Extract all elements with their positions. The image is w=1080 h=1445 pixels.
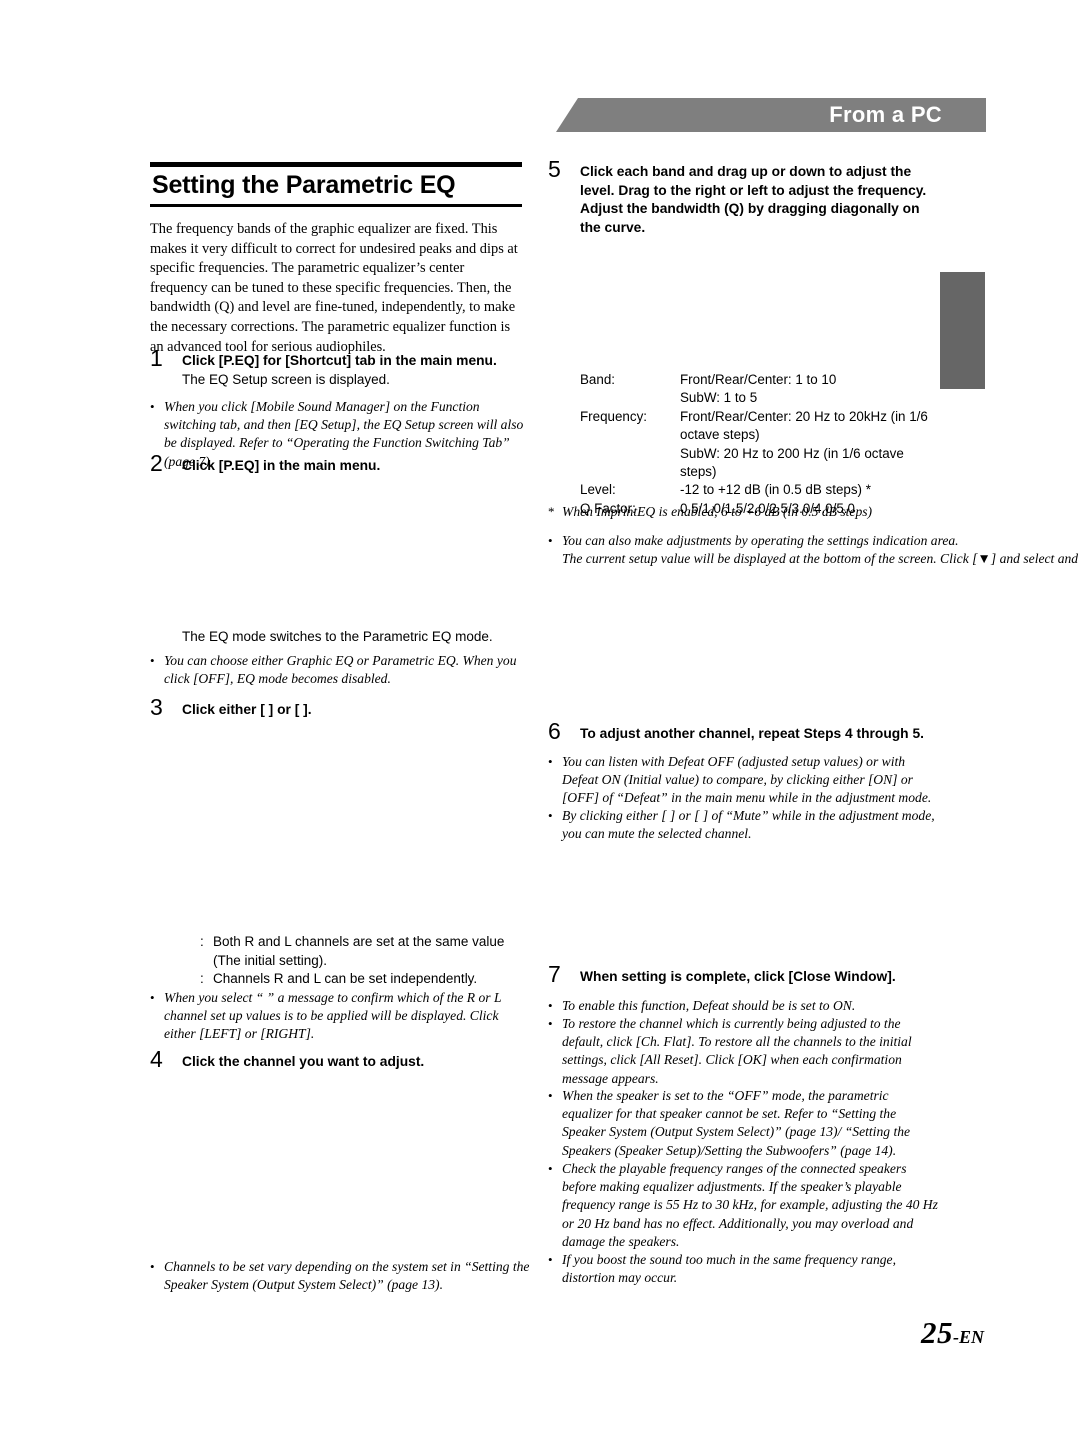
- page-title: Setting the Parametric EQ: [152, 171, 456, 199]
- bullet-icon: •: [548, 1161, 553, 1176]
- step-7: 7 When setting is complete, click [Close…: [548, 963, 940, 987]
- spec-table: Band: Front/Rear/Center: 1 to 10 SubW: 1…: [580, 371, 938, 518]
- note-confirm-rl-channel: • When you select “ ” a message to confi…: [150, 989, 530, 1044]
- note-seg-b: ] and select and click a setup value. Yo…: [990, 551, 1080, 567]
- bullet-icon: •: [150, 399, 155, 414]
- chapter-edge-tab: [940, 272, 985, 389]
- step-6-heading: To adjust another channel, repeat Steps …: [580, 726, 924, 741]
- step-1-heading: Click [P.EQ] for [Shortcut] tab in the m…: [182, 353, 497, 368]
- page-number: 25-EN: [921, 1317, 984, 1353]
- note-text: To restore the channel which is currentl…: [562, 1016, 912, 1086]
- bullet-icon: •: [548, 1088, 553, 1103]
- step-2-number: 2: [150, 450, 163, 476]
- title-rule-bottom: [150, 204, 522, 207]
- channel-option-list: : Both R and L channels are set at the s…: [200, 933, 530, 989]
- channel-option-1: : Both R and L channels are set at the s…: [200, 933, 530, 970]
- note-channels-vary: • Channels to be set vary depending on t…: [150, 1258, 530, 1294]
- folio-number: 25: [921, 1315, 953, 1350]
- spec-key: Band:: [580, 372, 615, 387]
- note-speaker-off-mode: • When the speaker is set to the “OFF” m…: [548, 1087, 940, 1160]
- folio-suffix: -EN: [953, 1327, 984, 1347]
- bullet-icon: •: [150, 1259, 155, 1274]
- spec-value-line-1: Front/Rear/Center: 20 Hz to 20kHz (in 1/…: [680, 408, 928, 443]
- step-1: 1 Click [P.EQ] for [Shortcut] tab in the…: [150, 347, 530, 389]
- step-4: 4 Click the channel you want to adjust.: [150, 1048, 530, 1072]
- note-text: Channels to be set vary depending on the…: [164, 1259, 530, 1293]
- step-3: 3 Click either [ ] or [ ].: [150, 696, 530, 720]
- step-5-number: 5: [548, 156, 561, 182]
- note-text: You can choose either Graphic EQ or Para…: [164, 653, 517, 687]
- step-3-heading: Click either [ ] or [ ].: [182, 702, 312, 717]
- bullet-icon: •: [548, 998, 553, 1013]
- footnote-imprinteq: * When ImprintEQ is enabled, 6 to +6 dB …: [548, 503, 940, 521]
- note-text: When the speaker is set to the “OFF” mod…: [562, 1088, 911, 1158]
- step-5-heading: Click each band and drag up or down to a…: [580, 164, 927, 235]
- note-line-1: You can also make adjustments by operati…: [562, 533, 959, 548]
- triangle-down-icon: ▼: [977, 551, 991, 567]
- bullet-icon: •: [150, 653, 155, 668]
- running-header-banner: From a PC: [556, 98, 986, 132]
- note-settings-indication-area: • You can also make adjustments by opera…: [548, 532, 1080, 568]
- note-enable-defeat: • To enable this function, Defeat should…: [548, 997, 940, 1015]
- step-5: 5 Click each band and drag up or down to…: [548, 158, 938, 237]
- running-header-title: From a PC: [829, 102, 942, 127]
- intro-paragraph: The frequency bands of the graphic equal…: [150, 221, 518, 355]
- note-restore-defaults: • To restore the channel which is curren…: [548, 1015, 940, 1088]
- asterisk-icon: *: [548, 504, 555, 519]
- spec-key: Frequency:: [580, 408, 647, 424]
- bullet-icon: •: [548, 754, 553, 769]
- step-2-heading: Click [P.EQ] in the main menu.: [182, 458, 381, 473]
- option-colon: :: [200, 971, 204, 986]
- spec-value: Front/Rear/Center: 1 to 10 SubW: 1 to 5: [680, 371, 938, 408]
- spec-key: Level:: [580, 482, 616, 498]
- note-text: If you boost the sound too much in the s…: [562, 1252, 896, 1286]
- table-row: Level: -12 to +12 dB (in 0.5 dB steps) *: [580, 481, 938, 499]
- bullet-icon: •: [150, 990, 155, 1005]
- step-2: 2 Click [P.EQ] in the main menu.: [150, 452, 530, 476]
- step-6: 6 To adjust another channel, repeat Step…: [548, 720, 940, 744]
- option-colon: :: [200, 934, 204, 949]
- spec-value-line-2: SubW: 1 to 5: [680, 390, 758, 406]
- bullet-icon: •: [548, 1252, 553, 1267]
- note-graphic-or-parametric: • You can choose either Graphic EQ or Pa…: [150, 652, 530, 688]
- note-defeat-on-off: • You can listen with Defeat OFF (adjust…: [548, 753, 940, 808]
- step-6-number: 6: [548, 718, 561, 744]
- spec-value-line-1: Front/Rear/Center: 1 to 10: [680, 372, 837, 387]
- step-7-heading: When setting is complete, click [Close W…: [580, 969, 896, 984]
- note-mute-buttons: • By clicking either [ ] or [ ] of “Mute…: [548, 807, 940, 843]
- bullet-icon: •: [548, 1016, 553, 1031]
- bullet-icon: •: [548, 533, 553, 548]
- note-distortion: • If you boost the sound too much in the…: [548, 1251, 940, 1287]
- note-text: You can also make adjustments by operati…: [562, 532, 1080, 568]
- note-line-2: The current setup value will be displaye…: [562, 550, 1080, 568]
- option-text: Channels R and L can be set independentl…: [213, 971, 478, 986]
- spec-value-line-2: SubW: 20 Hz to 200 Hz (in 1/6 octave ste…: [680, 445, 904, 480]
- note-seg-a: The current setup value will be displaye…: [562, 551, 978, 567]
- step-4-heading: Click the channel you want to adjust.: [182, 1054, 425, 1069]
- table-row: Band: Front/Rear/Center: 1 to 10 SubW: 1…: [580, 371, 938, 408]
- note-text: To enable this function, Defeat should b…: [562, 998, 856, 1013]
- step-7-number: 7: [548, 961, 561, 987]
- step-4-number: 4: [150, 1046, 163, 1072]
- step-1-subtext: The EQ Setup screen is displayed.: [182, 371, 390, 387]
- manual-page: From a PC Setting the Parametric EQ The …: [0, 0, 1080, 1445]
- step-2-subtext: The EQ mode switches to the Parametric E…: [182, 629, 493, 644]
- note-text: By clicking either [ ] or [ ] of “Mute” …: [562, 808, 935, 842]
- option-text: Both R and L channels are set at the sam…: [213, 934, 505, 968]
- note-text: You can listen with Defeat OFF (adjusted…: [562, 754, 932, 806]
- note-text: When you select “ ” a message to confirm…: [164, 990, 502, 1042]
- bullet-icon: •: [548, 808, 553, 823]
- footnote-text: When ImprintEQ is enabled, 6 to +6 dB (i…: [562, 504, 873, 519]
- section-title-block: Setting the Parametric EQ: [150, 162, 522, 207]
- note-text: Check the playable frequency ranges of t…: [562, 1161, 938, 1249]
- channel-option-2: : Channels R and L can be set independen…: [200, 970, 530, 989]
- spec-value: Front/Rear/Center: 20 Hz to 20kHz (in 1/…: [680, 408, 938, 482]
- step-1-number: 1: [150, 345, 163, 371]
- table-row: Frequency: Front/Rear/Center: 20 Hz to 2…: [580, 408, 938, 482]
- note-playable-frequency-range: • Check the playable frequency ranges of…: [548, 1160, 940, 1251]
- step-3-number: 3: [150, 694, 163, 720]
- spec-value: -12 to +12 dB (in 0.5 dB steps) *: [680, 482, 871, 498]
